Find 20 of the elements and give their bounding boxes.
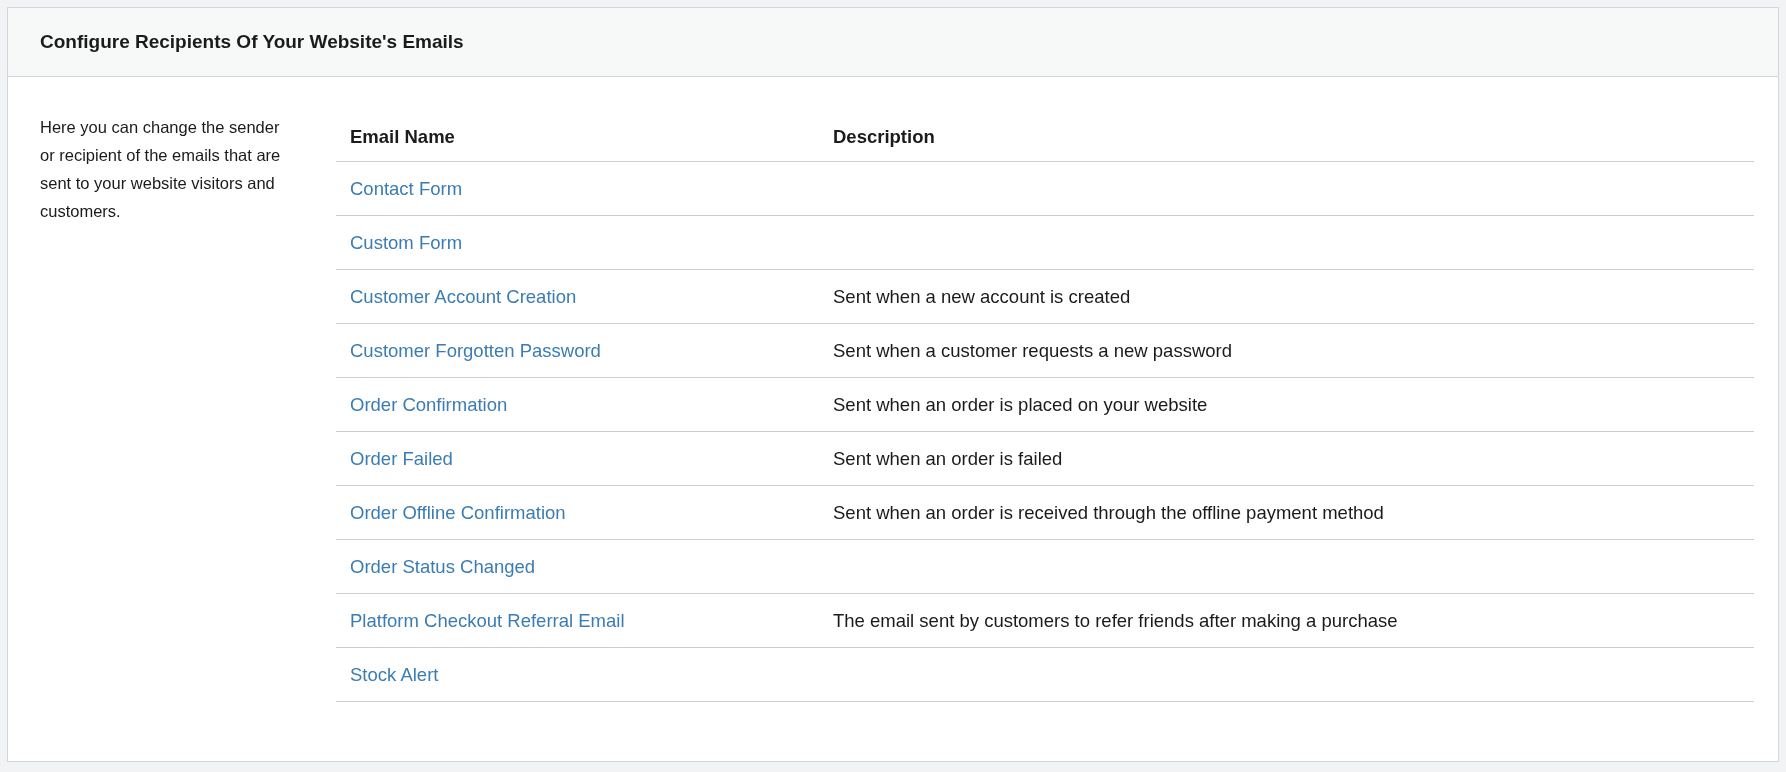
column-header: Description [819,113,1754,162]
email-name-link[interactable]: Stock Alert [350,663,439,685]
description-cell: Sent when an order is failed [819,431,1754,486]
panel-title: Configure Recipients Of Your Website's Emails [40,31,464,53]
email-name-link[interactable]: Order Confirmation [350,393,508,415]
description-cell: Sent when an order is received through the offline payment method [819,485,1754,540]
email-name-link[interactable]: Contact Form [350,177,463,199]
description-cell: Sent when a new account is created [819,269,1754,324]
email-name-link[interactable]: Custom Form [350,231,463,253]
intro-text: Here you can change the sender or recipient of the emails that are sent to your website visitors and customers. [40,117,282,222]
email-name-link[interactable]: Order Failed [350,447,453,469]
email-name-link[interactable]: Customer Account Creation [350,285,577,307]
description-cell: Sent when a customer requests a new password [819,323,1754,378]
email-name-link[interactable]: Customer Forgotten Password [350,339,601,361]
email-name-link[interactable]: Order Offline Confirmation [350,501,566,523]
column-header: Email Name [336,113,819,162]
description-cell: Sent when an order is placed on your website [819,377,1754,432]
description-cell: The email sent by customers to refer friends after making a purchase [819,593,1754,648]
email-name-link[interactable]: Platform Checkout Referral Email [350,609,625,631]
email-name-link[interactable]: Order Status Changed [350,555,536,577]
